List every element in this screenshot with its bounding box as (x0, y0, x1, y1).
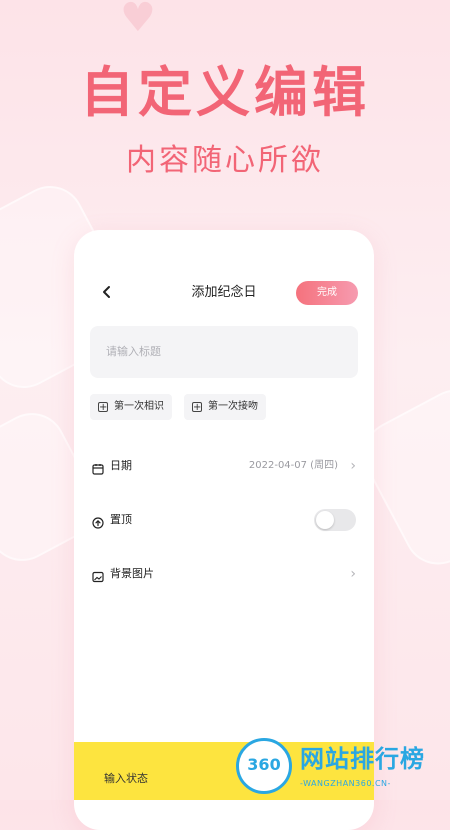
pin-top-icon (92, 514, 104, 529)
hero-title: 自定义编辑 (80, 61, 370, 124)
plus-icon: + (192, 402, 202, 413)
title-input[interactable]: 请输入标题 (90, 326, 358, 378)
done-button[interactable]: 完成 (296, 281, 358, 305)
pin-toggle[interactable] (314, 509, 356, 531)
chip-label: 第一次接吻 (208, 401, 258, 412)
date-label: 日期 (110, 459, 132, 472)
watermark: 360 网站排行榜 -WANGZHAN360.CN- (236, 738, 450, 800)
watermark-url: -WANGZHAN360.CN- (300, 779, 391, 788)
chevron-right-icon: › (350, 566, 356, 582)
toggle-knob (316, 511, 334, 529)
date-row[interactable]: 日期 2022-04-07 (周四) › (92, 454, 356, 478)
pin-row: 置顶 (92, 508, 356, 532)
chip-first-meet[interactable]: + 第一次相识 (90, 394, 172, 420)
input-status-label: 输入状态 (104, 772, 148, 785)
background-image-row[interactable]: 背景图片 › (92, 562, 356, 586)
date-value: 2022-04-07 (周四) (248, 460, 338, 471)
heart-decoration-icon: ♥ (120, 0, 156, 41)
pin-label: 置顶 (110, 513, 132, 526)
chip-first-kiss[interactable]: + 第一次接吻 (184, 394, 266, 420)
watermark-name: 网站排行榜 (300, 745, 425, 773)
background-image-label: 背景图片 (110, 567, 154, 580)
hero-subtitle: 内容随心所欲 (126, 143, 324, 178)
plus-icon: + (98, 402, 108, 413)
calendar-icon (92, 460, 104, 475)
chevron-right-icon: › (350, 458, 356, 474)
image-icon (92, 568, 104, 583)
watermark-badge: 360 (236, 738, 292, 794)
nav-bar: 添加纪念日 完成 (74, 278, 374, 308)
chip-label: 第一次相识 (114, 401, 164, 412)
